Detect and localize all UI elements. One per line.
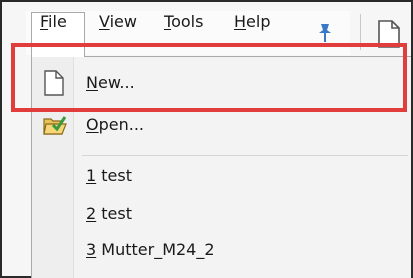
open-accel: O (86, 115, 99, 134)
recent-file-item[interactable]: 2 test (32, 196, 410, 232)
menu-tools[interactable]: Tools (164, 12, 203, 32)
menu-separator (82, 155, 408, 156)
menu-view-rest: iew (109, 12, 137, 31)
pin-icon[interactable] (316, 22, 334, 44)
menu-file-accel: F (40, 12, 49, 31)
recent-file-label: 3 Mutter_M24_2 (86, 240, 215, 260)
recent-1-rest: test (96, 166, 132, 185)
new-accel: N (86, 73, 98, 92)
menu-tools-rest: ools (171, 12, 204, 31)
menu-file-rest: ile (48, 12, 67, 31)
menu-help-accel: H (234, 12, 247, 31)
menu-file[interactable]: File (40, 12, 67, 32)
new-document-icon (42, 70, 66, 96)
file-menu-open-label: Open... (86, 115, 144, 135)
recent-2-rest: test (96, 204, 132, 223)
menu-tools-accel: T (164, 12, 172, 31)
recent-3-accel: 3 (86, 240, 97, 259)
file-menu-open-item[interactable]: Open... (32, 107, 410, 143)
menu-help[interactable]: Help (234, 12, 270, 32)
recent-file-label: 2 test (86, 204, 132, 224)
menu-help-rest: elp (246, 12, 271, 31)
open-rest: pen... (98, 115, 144, 134)
toolbar-separator (360, 14, 361, 50)
menu-view[interactable]: View (99, 12, 137, 32)
recent-3-rest: Mutter_M24_2 (96, 240, 215, 259)
recent-file-item[interactable]: 1 test (32, 158, 410, 194)
menu-view-accel: V (99, 12, 110, 31)
recent-file-label: 1 test (86, 166, 132, 186)
recent-1-accel: 1 (86, 166, 97, 185)
recent-2-accel: 2 (86, 204, 97, 223)
new-rest: ew... (97, 73, 135, 92)
recent-file-item[interactable]: 3 Mutter_M24_2 (32, 232, 410, 268)
file-menu-new-item[interactable]: New... (32, 65, 410, 101)
open-folder-icon (42, 112, 67, 138)
file-menu-new-label: New... (86, 73, 135, 93)
document-icon[interactable] (376, 19, 402, 49)
